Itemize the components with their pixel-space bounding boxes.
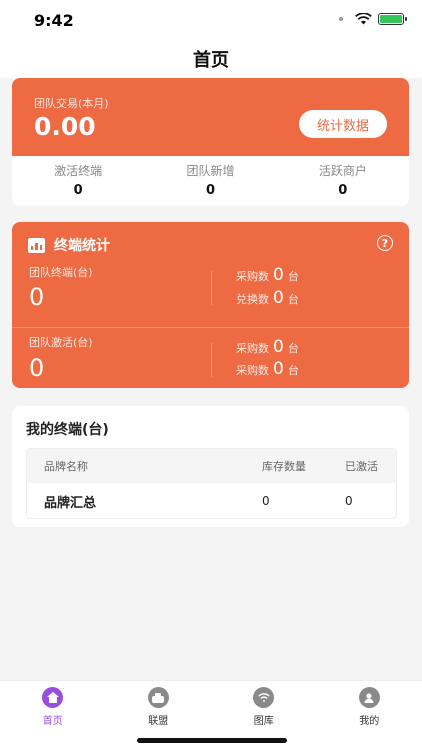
tab-label: 我的: [359, 716, 380, 727]
battery-level: [380, 15, 402, 23]
team-stat-activated-terminals[interactable]: 激活终端 0: [12, 156, 144, 206]
terminal-stats-header: 终端统计: [28, 235, 110, 255]
column-brand-name: 品牌名称: [44, 460, 88, 473]
purchase-count-label: 采购数: [236, 364, 269, 377]
purchase-count-unit: 台: [287, 270, 299, 283]
team-transaction-card: 团队交易(本月) 0.00 统计数据 激活终端 0 团队新增 0 活跃商户 0: [12, 78, 409, 206]
purchase-count-value: 0: [273, 359, 284, 379]
status-icons: [339, 13, 407, 25]
tab-label: 图库: [253, 716, 274, 727]
team-activations-value: 0: [29, 354, 45, 382]
team-stat-label: 激活终端: [54, 164, 103, 178]
cell-activated: 0: [345, 494, 353, 508]
team-terminals-row: 团队终端(台) 0 采购数 0 台 兑换数 0 台: [12, 261, 409, 327]
nav-bar: 首页: [0, 40, 422, 78]
purchase-count-label: 采购数: [236, 270, 269, 283]
my-terminals-title: 我的终端(台): [26, 422, 109, 438]
wifi-icon: [355, 13, 372, 25]
team-stat-value: 0: [338, 183, 348, 198]
alliance-icon: [147, 687, 169, 708]
purchase-count: 采购数 0 台: [236, 337, 299, 357]
purchase-count: 采购数 0 台: [236, 265, 299, 285]
page-title: 首页: [193, 50, 229, 71]
column-stock-quantity: 库存数量: [262, 460, 306, 473]
table-row[interactable]: 品牌汇总 0 0: [27, 483, 396, 518]
tab-label: 首页: [42, 716, 63, 727]
team-stat-value: 0: [205, 183, 216, 198]
table-header: 品牌名称 库存数量 已激活: [27, 449, 396, 483]
team-stat-label: 团队新增: [186, 164, 235, 178]
team-stat-active-merchants[interactable]: 活跃商户 0: [277, 156, 409, 206]
tab-label: 联盟: [148, 716, 169, 727]
column-activated: 已激活: [345, 460, 378, 473]
battery-icon: [378, 13, 407, 25]
terminal-stats-title: 终端统计: [54, 238, 110, 254]
bar-chart-icon: [28, 237, 45, 253]
purchase-count-value: 0: [273, 337, 284, 357]
my-terminals-table: 品牌名称 库存数量 已激活 品牌汇总 0 0: [26, 448, 397, 519]
team-transaction-label: 团队交易(本月): [34, 97, 109, 110]
cell-brand-name: 品牌汇总: [44, 495, 97, 511]
terminal-stats-card: 终端统计 ? 团队终端(台) 0 采购数 0 台 兑换数 0 台 团队激活(台)…: [12, 222, 409, 388]
exchange-count-label: 兑换数: [236, 293, 269, 306]
team-stats-row: 激活终端 0 团队新增 0 活跃商户 0: [12, 156, 409, 206]
team-stat-value: 0: [73, 183, 83, 198]
home-indicator: [137, 738, 287, 743]
team-activations-label: 团队激活(台): [29, 336, 93, 349]
status-bar: 9:42: [0, 0, 422, 40]
team-stat-new-members[interactable]: 团队新增 0: [144, 156, 276, 206]
divider: [211, 271, 212, 305]
team-terminals-value: 0: [29, 283, 45, 311]
exchange-count-value: 0: [273, 288, 284, 308]
tab-profile[interactable]: 我的: [317, 681, 422, 750]
purchase-count: 采购数 0 台: [236, 359, 299, 379]
divider: [211, 343, 212, 377]
my-terminals-card: 我的终端(台) 品牌名称 库存数量 已激活 品牌汇总 0 0: [12, 406, 409, 527]
purchase-count-unit: 台: [287, 342, 299, 355]
purchase-count-unit: 台: [287, 364, 299, 377]
team-transaction-header: 团队交易(本月) 0.00 统计数据: [12, 78, 409, 156]
tab-home[interactable]: 首页: [0, 681, 106, 750]
exchange-count: 兑换数 0 台: [236, 288, 299, 308]
status-time: 9:42: [34, 11, 74, 30]
help-icon[interactable]: ?: [377, 235, 393, 251]
profile-icon: [358, 687, 380, 708]
team-terminals-label: 团队终端(台): [29, 266, 93, 279]
team-activations-row: 团队激活(台) 0 采购数 0 台 采购数 0 台: [12, 327, 409, 393]
purchase-count-label: 采购数: [236, 342, 269, 355]
exchange-count-unit: 台: [287, 293, 299, 306]
gallery-icon: [253, 687, 275, 708]
team-transaction-amount: 0.00: [34, 112, 96, 141]
indicator-dot-icon: [339, 17, 343, 21]
cell-stock-quantity: 0: [262, 494, 270, 508]
team-stat-label: 活跃商户: [318, 164, 367, 178]
purchase-count-value: 0: [273, 265, 284, 285]
home-icon: [42, 687, 64, 708]
stats-data-button[interactable]: 统计数据: [299, 110, 387, 138]
